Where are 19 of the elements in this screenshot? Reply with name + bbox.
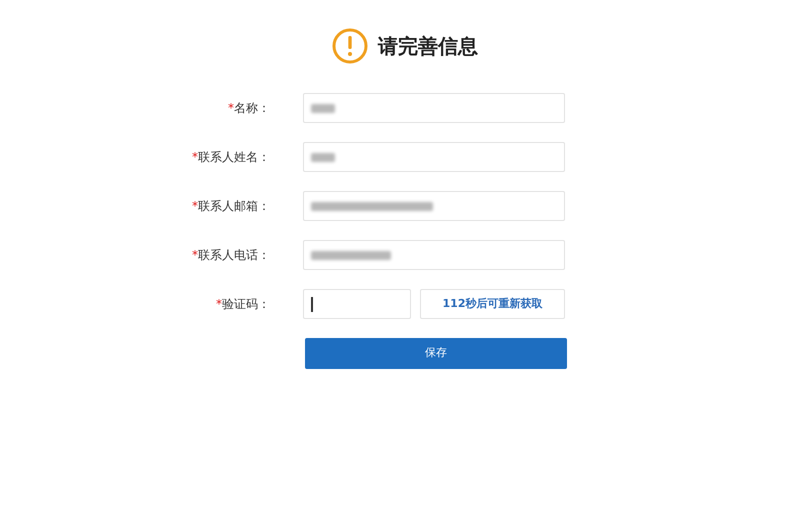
resend-code-button[interactable]: 112秒后可重新获取 (420, 289, 565, 319)
page-title: 请完善信息 (378, 33, 478, 60)
code-input-field[interactable] (303, 289, 411, 319)
input-field[interactable] (303, 191, 565, 221)
required-mark: * (192, 247, 198, 264)
required-mark: * (228, 100, 234, 117)
field-label: 名称： (234, 100, 270, 117)
required-mark: * (192, 198, 198, 215)
field-label: 联系人电话： (198, 247, 270, 264)
field-label: 联系人邮箱： (198, 198, 270, 215)
field-label: 验证码： (222, 296, 270, 313)
required-mark: * (192, 149, 198, 166)
input-field[interactable] (303, 240, 565, 270)
required-mark: * (216, 296, 222, 313)
save-button[interactable]: 保存 (305, 338, 567, 369)
field-label: 联系人姓名： (198, 149, 270, 166)
input-field[interactable] (303, 93, 565, 123)
input-field[interactable] (303, 142, 565, 172)
warning-icon (332, 28, 368, 64)
